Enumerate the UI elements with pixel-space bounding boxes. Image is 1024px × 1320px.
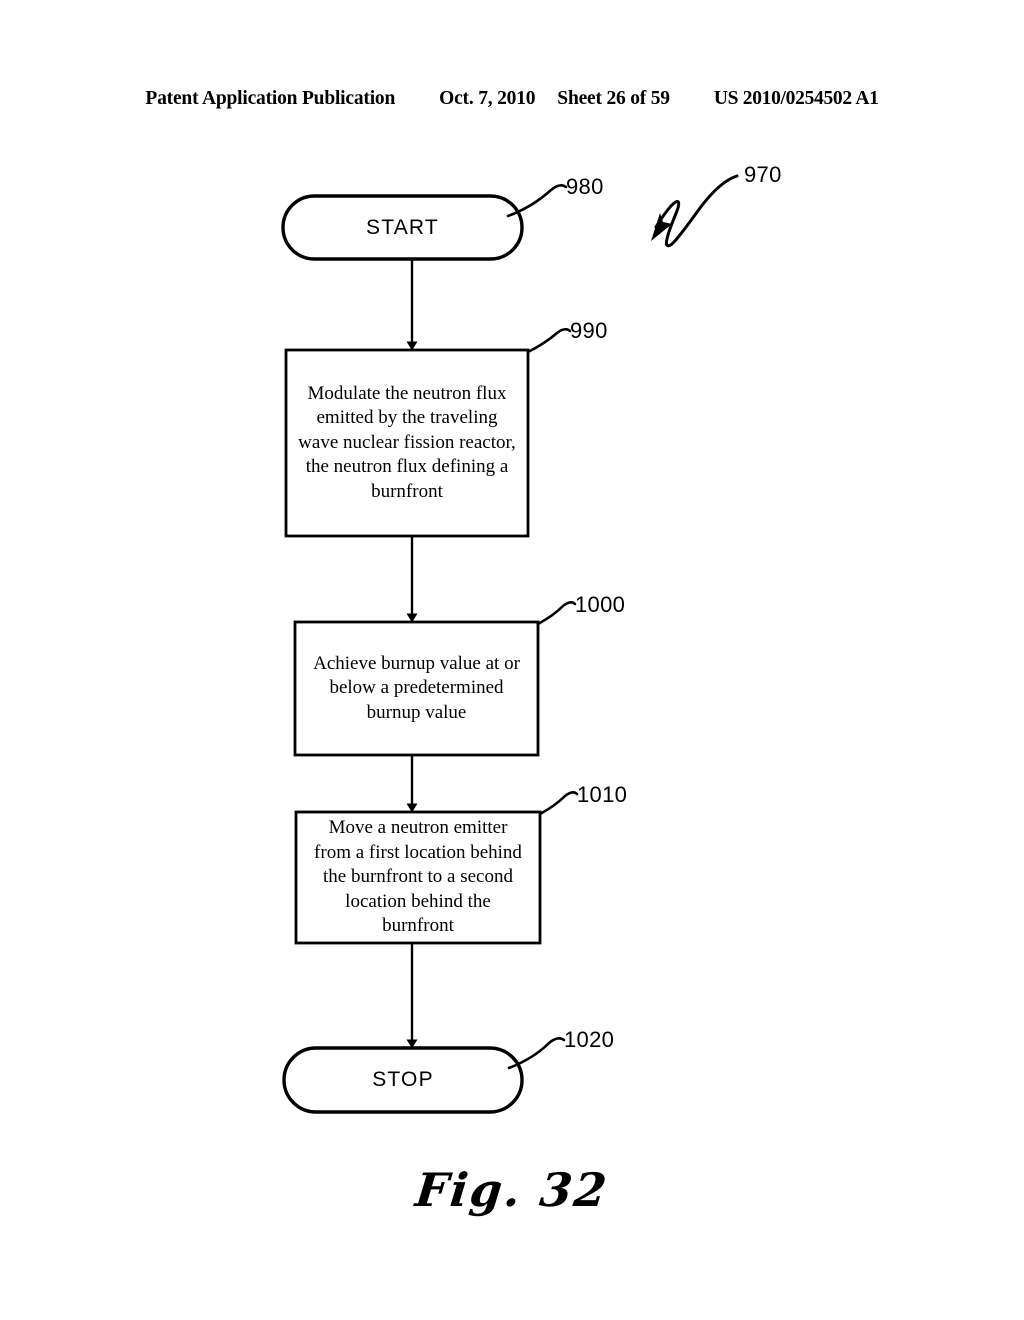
- process-990-label: Modulate the neutron flux emitted by the…: [298, 382, 516, 502]
- reference-numeral-990: 990: [570, 318, 608, 343]
- figure-ref-arrow-970: [654, 174, 739, 248]
- figure-caption: Fig. 32: [412, 1163, 612, 1217]
- leader-line-990: [526, 327, 572, 354]
- reference-numeral-1000: 1000: [575, 592, 626, 617]
- start-label-text: START: [366, 215, 439, 239]
- stop-label-text: STOP: [372, 1068, 434, 1091]
- process-1000-label: Achieve burnup value at or below a prede…: [313, 652, 520, 723]
- leader-line-1000: [536, 600, 577, 626]
- leader-line-1010: [538, 790, 579, 816]
- reference-numeral-1020: 1020: [564, 1027, 615, 1052]
- start-node-label: START: [283, 196, 522, 259]
- process-box-1010-text: Move a neutron emitter from a first loca…: [296, 812, 540, 943]
- reference-numeral-1010: 1010: [577, 782, 628, 807]
- process-box-990-text: Modulate the neutron flux emitted by the…: [286, 350, 528, 536]
- process-box-1000-text: Achieve burnup value at or below a prede…: [295, 622, 538, 755]
- patent-figure-page: Patent Application Publication Oct. 7, 2…: [0, 0, 1024, 1320]
- reference-numeral-970: 970: [744, 162, 782, 187]
- process-1010-label: Move a neutron emitter from a first loca…: [314, 817, 522, 937]
- reference-numeral-980: 980: [566, 174, 604, 199]
- stop-node-label: STOP: [284, 1048, 522, 1112]
